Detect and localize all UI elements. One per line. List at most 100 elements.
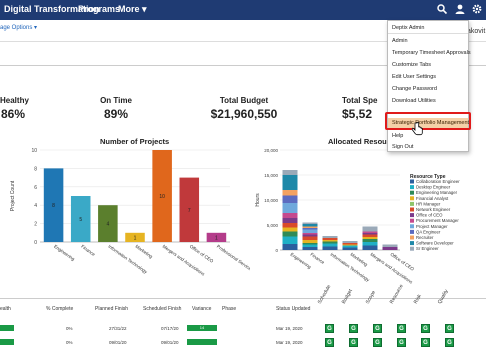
search-icon[interactable] xyxy=(436,3,448,15)
stacked-bar-segment xyxy=(382,247,398,250)
x-tick-label: Finance xyxy=(309,252,325,266)
stacked-bar-segment xyxy=(362,231,378,233)
stacked-bar-segment xyxy=(362,242,378,246)
legend-swatch xyxy=(410,185,414,190)
gear-icon[interactable] xyxy=(471,3,483,15)
menu-item-admin[interactable]: Admin xyxy=(388,36,468,47)
legend-swatch xyxy=(410,213,414,218)
stacked-bar-segment xyxy=(302,234,318,237)
user-icon[interactable] xyxy=(454,3,466,15)
x-tick-label: Engineering xyxy=(289,252,312,270)
menu-item-deptix-admin[interactable]: Deptix Admin xyxy=(388,23,468,34)
legend-item: HR Manager xyxy=(416,201,441,206)
page-options-link[interactable]: age Options ▾ xyxy=(0,24,37,31)
y-tick-label: 0 xyxy=(34,240,37,246)
y-axis-label: Project Count xyxy=(10,180,16,211)
stacked-bar-segment xyxy=(302,233,318,235)
col-header[interactable]: Planned Finish xyxy=(95,306,128,312)
grade-badge[interactable]: G xyxy=(373,338,382,347)
x-tick-label: Information Technology xyxy=(329,252,371,283)
grade-badge[interactable]: G xyxy=(421,338,430,347)
col-header[interactable]: Scheduled Finish xyxy=(143,306,181,312)
stacked-bar-segment xyxy=(342,243,358,245)
kpi-label: Total Budget xyxy=(219,96,269,105)
stacked-bar-segment xyxy=(362,237,378,239)
health-pill xyxy=(0,339,14,345)
stacked-bar-segment xyxy=(282,175,298,190)
grade-badge[interactable]: G xyxy=(397,338,406,347)
y-tick-label: 8 xyxy=(34,166,37,172)
legend-swatch xyxy=(410,207,414,212)
stacked-bar-segment xyxy=(282,213,298,218)
bar-data-label: 1 xyxy=(215,235,218,241)
col-header[interactable]: ealth xyxy=(0,306,11,312)
grade-badge[interactable]: G xyxy=(325,324,334,333)
x-tick-label: Engineering xyxy=(53,244,76,262)
bar-data-label: 4 xyxy=(106,222,109,228)
stacked-bar-segment xyxy=(302,240,318,243)
menu-item-timesheet-approvals[interactable]: Temporary Timesheet Approvals xyxy=(388,48,471,59)
stacked-bar-segment xyxy=(302,244,318,247)
status-updated: Mar 19, 2020 xyxy=(276,326,303,331)
menu-item-help[interactable]: Help xyxy=(388,131,468,142)
stacked-bar-segment xyxy=(322,241,338,244)
projects-table: ealth % Complete Planned Finish Schedule… xyxy=(0,283,486,351)
grade-badge[interactable]: G xyxy=(349,338,358,347)
menu-item-change-password[interactable]: Change Password xyxy=(388,84,468,95)
stacked-bar-segment xyxy=(342,244,358,246)
y-tick-label: 6 xyxy=(34,185,37,191)
projects-chart: 0 2 4 6 8 10 Project Count 8 Engineering 5 Finance… xyxy=(10,148,250,277)
legend-item: QA Engineer xyxy=(416,229,441,234)
stacked-bar-segment xyxy=(322,246,338,250)
legend-item: Project Manager xyxy=(416,224,448,229)
col-header[interactable]: Phase xyxy=(222,306,236,312)
legend-item: Office of CEO xyxy=(416,213,443,218)
user-dropdown-menu: Deptix Admin Admin Temporary Timesheet A… xyxy=(387,20,471,153)
grade-badge[interactable]: G xyxy=(325,338,334,347)
col-header[interactable]: Status Updated xyxy=(276,306,310,312)
stacked-bar-segment xyxy=(322,243,338,247)
menu-item-download-utilities[interactable]: Download Utilities xyxy=(388,96,468,107)
nav-programs[interactable]: Programs xyxy=(78,4,120,14)
hand-cursor-icon xyxy=(412,122,423,136)
col-header[interactable]: Variance xyxy=(192,306,211,312)
kpi-label: Total Spe xyxy=(342,96,378,105)
stacked-bar-segment xyxy=(302,224,318,227)
grade-badge[interactable]: G xyxy=(445,324,454,333)
stacked-bar-segment xyxy=(302,229,318,233)
y-tick-label: 10 xyxy=(31,148,37,154)
grade-badge[interactable]: G xyxy=(445,338,454,347)
legend-item: Engineering Manager xyxy=(416,190,458,195)
stacked-bar-segment xyxy=(282,223,298,228)
legend-swatch xyxy=(410,179,414,184)
kpi-value: $5,52 xyxy=(342,107,373,121)
bar-data-label: 1 xyxy=(134,235,137,241)
variance-pill xyxy=(187,339,217,345)
x-tick-label: Office of CEO xyxy=(189,244,215,264)
grade-badge[interactable]: G xyxy=(349,324,358,333)
kpi-total-spend: Total Spe $5,52 xyxy=(330,96,386,121)
kpi-label: On Time xyxy=(100,96,132,105)
kpi-value: 86% xyxy=(0,107,26,121)
y-tick-label: 2 xyxy=(34,222,37,228)
grade-badge[interactable]: G xyxy=(373,324,382,333)
grade-badge[interactable]: G xyxy=(421,324,430,333)
stacked-bar-segment xyxy=(302,247,318,250)
y-tick-label: 15,000 xyxy=(264,173,278,178)
col-header[interactable]: % Complete xyxy=(46,306,73,312)
menu-item-edit-user-settings[interactable]: Edit User Settings xyxy=(388,72,468,83)
bar-data-label: 8 xyxy=(52,203,55,209)
nav-more[interactable]: More ▾ xyxy=(118,4,147,15)
menu-item-sign-out[interactable]: Sign Out xyxy=(388,142,468,153)
kpi-healthy: Healthy 86% xyxy=(0,96,29,121)
legend-item: Procurement Manager xyxy=(416,218,459,223)
col-header[interactable]: Risk xyxy=(413,294,423,305)
legend-item: Financial Analyst xyxy=(416,196,449,201)
stacked-bar-segment xyxy=(282,218,298,223)
stacked-bar-segment xyxy=(282,203,298,213)
legend-swatch xyxy=(410,201,414,206)
stacked-bar-segment xyxy=(282,231,298,237)
menu-item-customize-tabs[interactable]: Customize Tabs xyxy=(388,60,468,71)
y-axis-label: Hours xyxy=(255,193,261,207)
grade-badge[interactable]: G xyxy=(397,324,406,333)
